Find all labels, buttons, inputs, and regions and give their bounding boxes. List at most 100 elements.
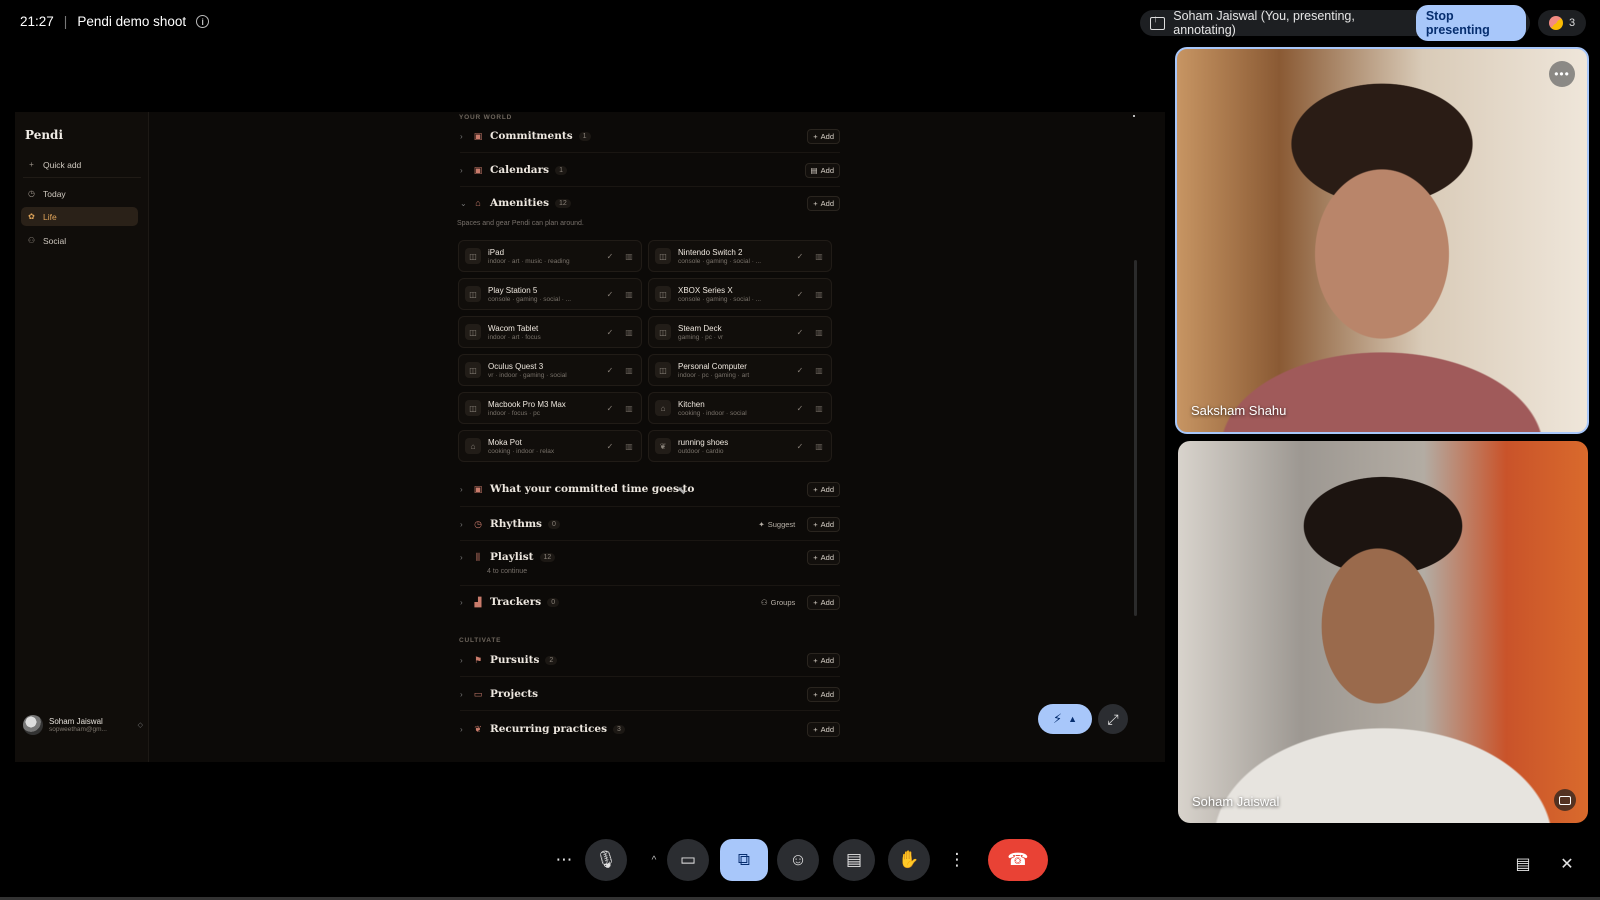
check-icon[interactable]: ✓ bbox=[794, 290, 806, 299]
check-icon[interactable]: ✓ bbox=[604, 290, 616, 299]
check-icon[interactable]: ✓ bbox=[794, 404, 806, 413]
participants-button[interactable]: 3 bbox=[1538, 10, 1586, 36]
add-rhythm-button[interactable]: + Add bbox=[807, 516, 840, 532]
participant-tile-soham[interactable]: Soham Jaiswal bbox=[1178, 441, 1588, 823]
info-icon[interactable]: i bbox=[196, 15, 210, 28]
trash-icon[interactable]: ▥ bbox=[813, 252, 825, 261]
annotation-toolbar-toggle[interactable]: ⚡ ▲ bbox=[1038, 704, 1092, 734]
section-trackers[interactable]: › ▟ Trackers 0 ⚇ Groups + Add bbox=[460, 591, 840, 613]
add-project-button[interactable]: + Add bbox=[807, 686, 840, 702]
section-projects[interactable]: › ▭ Projects + Add bbox=[460, 683, 840, 705]
amenity-card[interactable]: ◫ Wacom Tablet indoor · art · focus ✓ ▥ bbox=[458, 316, 642, 348]
picture-in-picture-icon[interactable] bbox=[1554, 789, 1576, 811]
amenity-card[interactable]: ❦ running shoes outdoor · cardio ✓ ▥ bbox=[648, 430, 832, 462]
meeting-top-bar: 21:27 | Pendi demo shoot i Soham Jaiswal… bbox=[0, 0, 1600, 46]
add-amenity-button[interactable]: + Add bbox=[807, 195, 840, 211]
amenity-card[interactable]: ◫ Nintendo Switch 2 console · gaming · soc… bbox=[648, 240, 832, 272]
chevron-right-icon: › bbox=[460, 165, 463, 175]
tracker-groups-button[interactable]: ⚇ Groups bbox=[755, 595, 801, 610]
captions-button[interactable]: ▤ bbox=[833, 839, 875, 881]
stop-presenting-button[interactable]: Stop presenting bbox=[1415, 5, 1526, 41]
raise-hand-button[interactable]: ✋ bbox=[888, 839, 930, 881]
amenity-tags: outdoor · cardio bbox=[678, 447, 724, 455]
more-options-button[interactable]: ⋮ bbox=[936, 839, 978, 881]
section-committed-time[interactable]: › ▣ What your committed time goes to + Ad… bbox=[460, 478, 840, 500]
section-recurring-practices[interactable]: › ❦ Recurring practices 3 + Add bbox=[460, 718, 840, 740]
amenity-card[interactable]: ⌂ Kitchen cooking · indoor · social ✓ ▥ bbox=[648, 392, 832, 424]
trash-icon[interactable]: ▥ bbox=[623, 442, 635, 451]
check-icon[interactable]: ✓ bbox=[604, 366, 616, 375]
check-icon[interactable]: ✓ bbox=[604, 252, 616, 261]
amenity-card[interactable]: ◫ XBOX Series Xconsole · gaming · social … bbox=[648, 278, 832, 310]
sidebar-item-social[interactable]: ⚇ Social bbox=[21, 231, 138, 250]
trash-icon[interactable]: ▥ bbox=[623, 252, 635, 261]
check-icon[interactable]: ✓ bbox=[794, 442, 806, 451]
trash-icon[interactable]: ▥ bbox=[623, 290, 635, 299]
amenity-tags: console · gaming · social · ... bbox=[678, 295, 762, 303]
sidebar-item-label: Today bbox=[43, 188, 66, 199]
amenity-card[interactable]: ◫ Oculus Quest 3 vr · indoor · gaming · so… bbox=[458, 354, 642, 386]
suggest-rhythms-button[interactable]: ✦ Suggest bbox=[752, 517, 801, 532]
calendar-icon: ▣ bbox=[473, 164, 483, 175]
trash-icon[interactable]: ▥ bbox=[813, 328, 825, 337]
section-rhythms[interactable]: › ◷ Rhythms 0 ✦ Suggest + Add bbox=[460, 513, 840, 535]
section-title: Pursuits bbox=[490, 654, 540, 666]
check-icon[interactable]: ✓ bbox=[794, 328, 806, 337]
check-icon[interactable]: ✓ bbox=[604, 404, 616, 413]
section-amenities[interactable]: ⌄ ⌂ Amenities 12 + Add bbox=[460, 192, 840, 214]
trash-icon[interactable]: ▥ bbox=[813, 404, 825, 413]
more-actions-button[interactable]: ⋯ bbox=[543, 839, 585, 881]
add-calendar-button[interactable]: ▤ Add bbox=[804, 162, 840, 178]
section-calendars[interactable]: › ▣ Calendars 1 ▤ Add bbox=[460, 159, 840, 181]
participant-tile-saksham[interactable]: ••• Saksham Shahu bbox=[1175, 47, 1589, 434]
trash-icon[interactable]: ▥ bbox=[813, 290, 825, 299]
trash-icon[interactable]: ▥ bbox=[813, 366, 825, 375]
camera-button[interactable]: ▭ bbox=[667, 839, 709, 881]
calendar-icon: ▣ bbox=[473, 130, 483, 141]
section-title: Calendars bbox=[490, 164, 550, 176]
add-pursuit-button[interactable]: + Add bbox=[807, 652, 840, 668]
user-name: Soham Jaiswal bbox=[49, 717, 103, 726]
amenity-card[interactable]: ◫ Personal Computer indoor · pc · gaming ·… bbox=[648, 354, 832, 386]
button-label: Add bbox=[820, 198, 834, 208]
microphone-button[interactable]: 🎙 bbox=[585, 839, 627, 881]
expand-presentation-button[interactable]: ⤢ bbox=[1098, 704, 1128, 734]
check-icon[interactable]: ✓ bbox=[604, 328, 616, 337]
trash-icon[interactable]: ▥ bbox=[813, 442, 825, 451]
check-icon[interactable]: ✓ bbox=[604, 442, 616, 451]
amenity-card[interactable]: ◫ Steam Deck gaming · pc · vr ✓ ▥ bbox=[648, 316, 832, 348]
scrollbar[interactable] bbox=[1134, 260, 1137, 616]
emoji-icon: ☺ bbox=[789, 850, 807, 869]
section-playlist[interactable]: › ⫼ Playlist 12 + Add bbox=[460, 546, 840, 568]
amenity-card[interactable]: ◫ iPad indoor · art · music · reading ✓ ▥ bbox=[458, 240, 642, 272]
add-playlist-button[interactable]: + Add bbox=[807, 549, 840, 565]
activities-button[interactable]: ✕ bbox=[1554, 853, 1580, 875]
amenity-card[interactable]: ⌂ Moka Pot cooking · indoor · relax ✓ ▥ bbox=[458, 430, 642, 462]
sidebar-item-today[interactable]: ◷ Today bbox=[21, 184, 138, 203]
sidebar-item-quick-add[interactable]: + Quick add bbox=[21, 155, 138, 174]
trash-icon[interactable]: ▥ bbox=[623, 366, 635, 375]
trash-icon[interactable]: ▥ bbox=[623, 404, 635, 413]
present-screen-icon bbox=[1150, 14, 1166, 30]
trash-icon[interactable]: ▥ bbox=[623, 328, 635, 337]
folder-icon: ▭ bbox=[473, 688, 483, 699]
add-commitment-button[interactable]: + Add bbox=[807, 128, 840, 144]
add-tracker-button[interactable]: + Add bbox=[807, 594, 840, 610]
add-committed-time-button[interactable]: + Add bbox=[807, 481, 840, 497]
check-icon[interactable]: ✓ bbox=[794, 366, 806, 375]
sidebar-item-life[interactable]: ✿ Life bbox=[21, 207, 138, 226]
button-label: Add bbox=[820, 484, 834, 494]
present-screen-button[interactable]: ⧉ bbox=[720, 839, 768, 881]
add-recurring-practice-button[interactable]: + Add bbox=[807, 721, 840, 737]
section-pursuits[interactable]: › ⚑ Pursuits 2 + Add bbox=[460, 649, 840, 671]
check-icon[interactable]: ✓ bbox=[794, 252, 806, 261]
amenity-card[interactable]: ◫ Macbook Pro M3 Max indoor · focus · pc ✓ ▥ bbox=[458, 392, 642, 424]
chat-button[interactable]: ▤ bbox=[1510, 853, 1536, 875]
more-options-icon[interactable]: ••• bbox=[1549, 61, 1575, 87]
your-world-label: YOUR WORLD bbox=[459, 114, 513, 121]
reactions-button[interactable]: ☺ bbox=[777, 839, 819, 881]
user-account-menu[interactable]: Soham Jaiswal sopweetham@gm... ◇ bbox=[23, 712, 143, 738]
leave-call-button[interactable]: ☎ bbox=[988, 839, 1048, 881]
amenity-card[interactable]: ◫ Play Station 5 console · gaming · social… bbox=[458, 278, 642, 310]
section-commitments[interactable]: › ▣ Commitments 1 + Add bbox=[460, 125, 840, 147]
